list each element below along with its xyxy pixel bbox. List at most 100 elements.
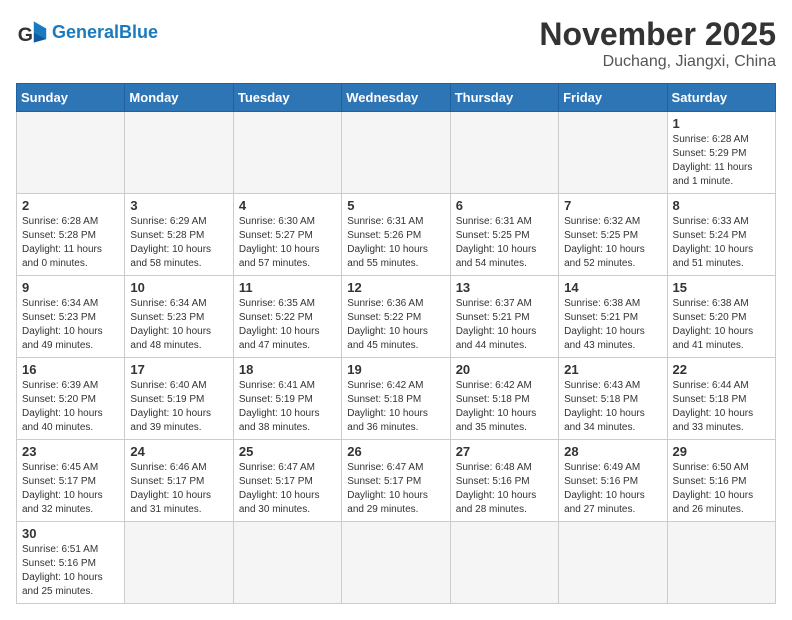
day-number: 30	[22, 526, 119, 541]
calendar-cell	[17, 112, 125, 194]
day-info: Sunrise: 6:34 AM Sunset: 5:23 PM Dayligh…	[130, 297, 227, 353]
day-number: 4	[239, 198, 336, 213]
day-number: 26	[347, 444, 444, 459]
day-info: Sunrise: 6:33 AM Sunset: 5:24 PM Dayligh…	[673, 215, 770, 271]
calendar-cell: 4 Sunrise: 6:30 AM Sunset: 5:27 PM Daylig…	[233, 194, 341, 276]
location: Duchang, Jiangxi, China	[539, 53, 776, 71]
calendar-cell: 27 Sunrise: 6:48 AM Sunset: 5:16 PM Dayli…	[450, 440, 558, 522]
day-info: Sunrise: 6:37 AM Sunset: 5:21 PM Dayligh…	[456, 297, 553, 353]
day-info: Sunrise: 6:48 AM Sunset: 5:16 PM Dayligh…	[456, 461, 553, 517]
calendar-cell: 22Sunrise: 6:44 AM Sunset: 5:18 PM Dayli…	[667, 358, 775, 440]
calendar-cell	[450, 112, 558, 194]
week-row-3: 9 Sunrise: 6:34 AM Sunset: 5:23 PM Daylig…	[17, 276, 776, 358]
calendar-cell: 1Sunrise: 6:28 AM Sunset: 5:29 PM Daylig…	[667, 112, 775, 194]
calendar-cell: 3 Sunrise: 6:29 AM Sunset: 5:28 PM Daylig…	[125, 194, 233, 276]
logo-text: GeneralBlue	[52, 23, 158, 41]
calendar-cell: 19Sunrise: 6:42 AM Sunset: 5:18 PM Dayli…	[342, 358, 450, 440]
day-number: 27	[456, 444, 553, 459]
day-number: 25	[239, 444, 336, 459]
day-info: Sunrise: 6:51 AM Sunset: 5:16 PM Dayligh…	[22, 543, 119, 599]
days-of-week-row: SundayMondayTuesdayWednesdayThursdayFrid…	[17, 84, 776, 112]
day-info: Sunrise: 6:31 AM Sunset: 5:26 PM Dayligh…	[347, 215, 444, 271]
day-info: Sunrise: 6:45 AM Sunset: 5:17 PM Dayligh…	[22, 461, 119, 517]
page-header: G GeneralBlue November 2025 Duchang, Jia…	[16, 16, 776, 71]
day-info: Sunrise: 6:38 AM Sunset: 5:21 PM Dayligh…	[564, 297, 661, 353]
day-number: 15	[673, 280, 770, 295]
calendar-cell	[125, 112, 233, 194]
day-of-week-sunday: Sunday	[17, 84, 125, 112]
day-number: 12	[347, 280, 444, 295]
calendar-cell	[342, 112, 450, 194]
week-row-6: 30 Sunrise: 6:51 AM Sunset: 5:16 PM Dayli…	[17, 522, 776, 604]
day-info: Sunrise: 6:42 AM Sunset: 5:18 PM Dayligh…	[456, 379, 553, 435]
week-row-2: 2 Sunrise: 6:28 AM Sunset: 5:28 PM Daylig…	[17, 194, 776, 276]
calendar-cell	[450, 522, 558, 604]
day-info: Sunrise: 6:47 AM Sunset: 5:17 PM Dayligh…	[239, 461, 336, 517]
day-info: Sunrise: 6:28 AM Sunset: 5:28 PM Dayligh…	[22, 215, 119, 271]
day-info: Sunrise: 6:29 AM Sunset: 5:28 PM Dayligh…	[130, 215, 227, 271]
logo: G GeneralBlue	[16, 16, 158, 48]
calendar-cell: 11Sunrise: 6:35 AM Sunset: 5:22 PM Dayli…	[233, 276, 341, 358]
day-number: 7	[564, 198, 661, 213]
calendar-cell: 23 Sunrise: 6:45 AM Sunset: 5:17 PM Dayli…	[17, 440, 125, 522]
day-info: Sunrise: 6:34 AM Sunset: 5:23 PM Dayligh…	[22, 297, 119, 353]
title-block: November 2025 Duchang, Jiangxi, China	[539, 16, 776, 71]
day-number: 10	[130, 280, 227, 295]
day-number: 24	[130, 444, 227, 459]
calendar-cell: 20 Sunrise: 6:42 AM Sunset: 5:18 PM Dayli…	[450, 358, 558, 440]
calendar-cell: 24Sunrise: 6:46 AM Sunset: 5:17 PM Dayli…	[125, 440, 233, 522]
calendar-cell: 15 Sunrise: 6:38 AM Sunset: 5:20 PM Dayli…	[667, 276, 775, 358]
week-row-1: 1Sunrise: 6:28 AM Sunset: 5:29 PM Daylig…	[17, 112, 776, 194]
day-number: 8	[673, 198, 770, 213]
day-info: Sunrise: 6:47 AM Sunset: 5:17 PM Dayligh…	[347, 461, 444, 517]
day-of-week-thursday: Thursday	[450, 84, 558, 112]
day-number: 23	[22, 444, 119, 459]
week-row-5: 23 Sunrise: 6:45 AM Sunset: 5:17 PM Dayli…	[17, 440, 776, 522]
calendar-cell: 18Sunrise: 6:41 AM Sunset: 5:19 PM Dayli…	[233, 358, 341, 440]
day-number: 21	[564, 362, 661, 377]
calendar-cell	[233, 112, 341, 194]
calendar-cell: 9 Sunrise: 6:34 AM Sunset: 5:23 PM Daylig…	[17, 276, 125, 358]
day-info: Sunrise: 6:30 AM Sunset: 5:27 PM Dayligh…	[239, 215, 336, 271]
day-info: Sunrise: 6:28 AM Sunset: 5:29 PM Dayligh…	[673, 133, 770, 189]
calendar-cell: 7 Sunrise: 6:32 AM Sunset: 5:25 PM Daylig…	[559, 194, 667, 276]
day-info: Sunrise: 6:50 AM Sunset: 5:16 PM Dayligh…	[673, 461, 770, 517]
calendar-cell: 8 Sunrise: 6:33 AM Sunset: 5:24 PM Daylig…	[667, 194, 775, 276]
calendar-cell	[667, 522, 775, 604]
day-number: 2	[22, 198, 119, 213]
calendar-cell	[342, 522, 450, 604]
svg-text:G: G	[18, 24, 33, 46]
calendar-body: 1Sunrise: 6:28 AM Sunset: 5:29 PM Daylig…	[17, 112, 776, 604]
calendar-cell: 2 Sunrise: 6:28 AM Sunset: 5:28 PM Daylig…	[17, 194, 125, 276]
day-number: 3	[130, 198, 227, 213]
day-info: Sunrise: 6:36 AM Sunset: 5:22 PM Dayligh…	[347, 297, 444, 353]
calendar-cell: 13 Sunrise: 6:37 AM Sunset: 5:21 PM Dayli…	[450, 276, 558, 358]
day-number: 20	[456, 362, 553, 377]
day-info: Sunrise: 6:38 AM Sunset: 5:20 PM Dayligh…	[673, 297, 770, 353]
day-info: Sunrise: 6:43 AM Sunset: 5:18 PM Dayligh…	[564, 379, 661, 435]
month-title: November 2025	[539, 16, 776, 53]
day-of-week-wednesday: Wednesday	[342, 84, 450, 112]
day-number: 17	[130, 362, 227, 377]
day-number: 13	[456, 280, 553, 295]
calendar-cell: 17Sunrise: 6:40 AM Sunset: 5:19 PM Dayli…	[125, 358, 233, 440]
calendar-cell: 10 Sunrise: 6:34 AM Sunset: 5:23 PM Dayli…	[125, 276, 233, 358]
day-number: 28	[564, 444, 661, 459]
calendar-cell: 21 Sunrise: 6:43 AM Sunset: 5:18 PM Dayli…	[559, 358, 667, 440]
day-info: Sunrise: 6:32 AM Sunset: 5:25 PM Dayligh…	[564, 215, 661, 271]
day-info: Sunrise: 6:31 AM Sunset: 5:25 PM Dayligh…	[456, 215, 553, 271]
day-info: Sunrise: 6:44 AM Sunset: 5:18 PM Dayligh…	[673, 379, 770, 435]
calendar-cell: 30 Sunrise: 6:51 AM Sunset: 5:16 PM Dayli…	[17, 522, 125, 604]
calendar-cell: 28Sunrise: 6:49 AM Sunset: 5:16 PM Dayli…	[559, 440, 667, 522]
day-number: 16	[22, 362, 119, 377]
day-of-week-tuesday: Tuesday	[233, 84, 341, 112]
calendar-cell: 12 Sunrise: 6:36 AM Sunset: 5:22 PM Dayli…	[342, 276, 450, 358]
calendar-cell: 16Sunrise: 6:39 AM Sunset: 5:20 PM Dayli…	[17, 358, 125, 440]
day-number: 14	[564, 280, 661, 295]
day-number: 5	[347, 198, 444, 213]
calendar-cell	[559, 522, 667, 604]
day-number: 6	[456, 198, 553, 213]
day-number: 19	[347, 362, 444, 377]
day-number: 9	[22, 280, 119, 295]
day-info: Sunrise: 6:35 AM Sunset: 5:22 PM Dayligh…	[239, 297, 336, 353]
